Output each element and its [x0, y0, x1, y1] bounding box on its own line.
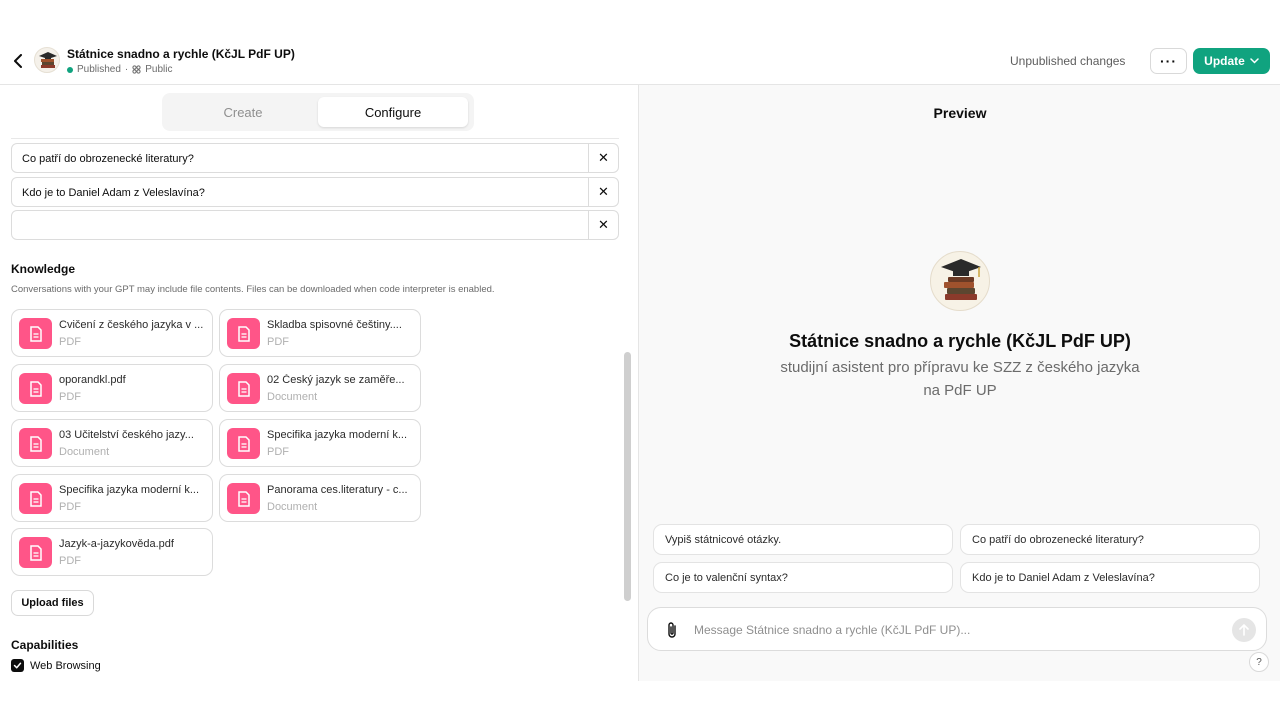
- file-name: oporandkl.pdf: [59, 374, 126, 386]
- file-type: Document: [59, 446, 110, 458]
- gpt-avatar: [34, 47, 60, 73]
- upload-files-button[interactable]: Upload files: [11, 590, 94, 616]
- suggestion-chip[interactable]: Co je to valenční syntax?: [653, 562, 953, 593]
- knowledge-file-card[interactable]: oporandkl.pdf PDF: [11, 364, 213, 412]
- gpt-title: Státnice snadno a rychle (KčJL PdF UP): [67, 47, 295, 61]
- knowledge-file-card[interactable]: Jazyk-a-jazykověda.pdf PDF: [11, 528, 213, 576]
- suggestion-chip[interactable]: Vypiš státnicové otázky.: [653, 524, 953, 555]
- file-type: Document: [267, 501, 318, 513]
- knowledge-file-card[interactable]: 03 Učitelství českého jazy... Document: [11, 419, 213, 467]
- remove-starter-button[interactable]: ✕: [588, 178, 618, 206]
- file-name: Panorama ces.literatury - c...: [267, 484, 408, 496]
- web-browsing-toggle[interactable]: Web Browsing: [11, 659, 101, 672]
- document-icon: [227, 318, 260, 349]
- knowledge-file-card[interactable]: Panorama ces.literatury - c... Document: [219, 474, 421, 522]
- gpt-status: Published · Public: [67, 64, 173, 75]
- section-divider: [11, 138, 619, 139]
- checkbox-checked-icon[interactable]: [11, 659, 24, 672]
- attach-button[interactable]: [662, 620, 682, 640]
- document-icon: [19, 428, 52, 459]
- file-type: Document: [267, 391, 318, 403]
- tab-configure[interactable]: Configure: [318, 97, 468, 127]
- chevron-left-icon: [14, 54, 22, 68]
- close-icon: ✕: [598, 217, 609, 232]
- preview-panel: Preview Státnice snadno a rychle (KčJL P…: [638, 85, 1280, 681]
- conversation-starter-text[interactable]: Co patří do obrozenecké literatury?: [22, 153, 194, 165]
- status-separator: ·: [124, 64, 129, 75]
- file-type: PDF: [267, 446, 289, 458]
- preview-heading: Preview: [933, 105, 987, 121]
- preview-gpt-description: studijní asistent pro přípravu ke SZZ z …: [780, 359, 1140, 399]
- back-button[interactable]: [8, 50, 28, 72]
- knowledge-heading: Knowledge: [11, 262, 76, 276]
- file-type: PDF: [59, 501, 81, 513]
- published-dot-icon: [67, 66, 73, 73]
- graduation-cap-books-icon: [39, 52, 57, 68]
- document-icon: [19, 483, 52, 514]
- web-browsing-label: Web Browsing: [30, 659, 101, 672]
- visibility-text: Public: [145, 64, 173, 75]
- preview-gpt-name: Státnice snadno a rychle (KčJL PdF UP): [789, 331, 1131, 351]
- close-icon: ✕: [598, 150, 609, 165]
- knowledge-file-card[interactable]: Skladba spisovné češtiny.... PDF: [219, 309, 421, 357]
- scrollbar-thumb[interactable]: [624, 352, 631, 601]
- people-icon: [132, 65, 141, 74]
- more-options-button[interactable]: ···: [1150, 48, 1187, 74]
- file-name: 02 Český jazyk se zaměře...: [267, 374, 405, 386]
- file-name: Jazyk-a-jazykověda.pdf: [59, 538, 174, 550]
- file-type: PDF: [59, 555, 81, 567]
- top-bar: Státnice snadno a rychle (KčJL PdF UP) P…: [0, 0, 1280, 85]
- document-icon: [19, 318, 52, 349]
- chevron-down-icon: [1250, 58, 1259, 64]
- file-name: Skladba spisovné češtiny....: [267, 319, 402, 331]
- document-icon: [19, 537, 52, 568]
- document-icon: [227, 373, 260, 404]
- file-name: Specifika jazyka moderní k...: [59, 484, 200, 496]
- update-button[interactable]: Update: [1193, 48, 1270, 74]
- capabilities-heading: Capabilities: [11, 638, 79, 652]
- conversation-starter-text[interactable]: Kdo je to Daniel Adam z Veleslavína?: [22, 187, 205, 199]
- configure-panel: Create Configure Co patří do obrozenecké…: [0, 85, 638, 681]
- file-name: Specifika jazyka moderní k...: [267, 429, 408, 441]
- close-icon: ✕: [598, 184, 609, 199]
- file-name: Cvičení z českého jazyka v ...: [59, 319, 204, 331]
- help-button[interactable]: ?: [1249, 652, 1269, 672]
- graduation-cap-books-icon: [941, 259, 981, 300]
- remove-starter-button[interactable]: ✕: [588, 211, 618, 239]
- knowledge-description: Conversations with your GPT may include …: [11, 284, 495, 295]
- mode-tabs: Create Configure: [162, 93, 474, 131]
- message-input[interactable]: [694, 619, 1214, 641]
- knowledge-file-card[interactable]: Cvičení z českého jazyka v ... PDF: [11, 309, 213, 357]
- tab-create[interactable]: Create: [168, 97, 318, 127]
- message-composer: [647, 607, 1267, 651]
- conversation-starter-field[interactable]: Co patří do obrozenecké literatury? ✕: [11, 143, 619, 173]
- arrow-up-icon: [1239, 624, 1249, 636]
- file-type: PDF: [59, 391, 81, 403]
- document-icon: [227, 483, 260, 514]
- file-type: PDF: [267, 336, 289, 348]
- gpt-avatar-large: [930, 251, 990, 311]
- document-icon: [227, 428, 260, 459]
- knowledge-file-card[interactable]: Specifika jazyka moderní k... PDF: [11, 474, 213, 522]
- conversation-starter-field[interactable]: Kdo je to Daniel Adam z Veleslavína? ✕: [11, 177, 619, 207]
- conversation-starter-field[interactable]: ✕: [11, 210, 619, 240]
- suggestion-chip[interactable]: Co patří do obrozenecké literatury?: [960, 524, 1260, 555]
- update-button-label: Update: [1204, 54, 1245, 68]
- knowledge-file-card[interactable]: 02 Český jazyk se zaměře... Document: [219, 364, 421, 412]
- status-text: Published: [77, 64, 121, 75]
- file-name: 03 Učitelství českého jazy...: [59, 429, 194, 441]
- file-type: PDF: [59, 336, 81, 348]
- knowledge-file-card[interactable]: Specifika jazyka moderní k... PDF: [219, 419, 421, 467]
- paperclip-icon: [668, 622, 676, 638]
- unpublished-changes-label: Unpublished changes: [1010, 54, 1126, 68]
- document-icon: [19, 373, 52, 404]
- remove-starter-button[interactable]: ✕: [588, 144, 618, 172]
- suggestion-chip[interactable]: Kdo je to Daniel Adam z Veleslavína?: [960, 562, 1260, 593]
- send-button[interactable]: [1232, 618, 1256, 642]
